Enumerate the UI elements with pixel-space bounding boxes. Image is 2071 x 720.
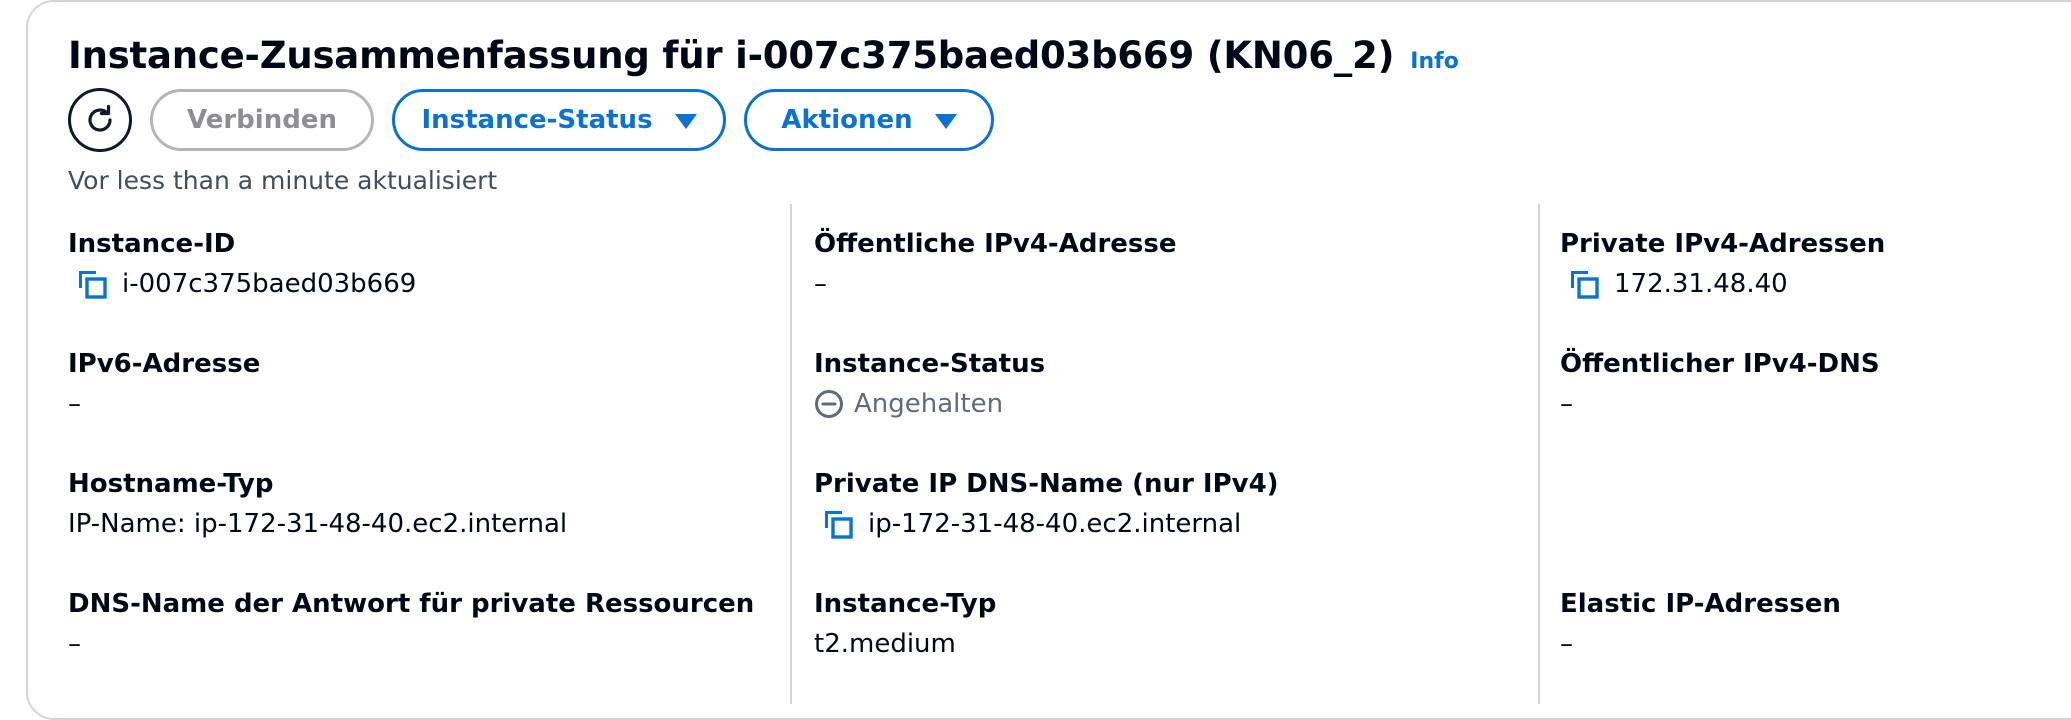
field-private-ipv4: Private IPv4-Adressen 172.31.48.40 — [1560, 226, 2071, 302]
field-label: Instance-ID — [68, 229, 236, 259]
field-instance-type: Instance-Typ t2.medium — [814, 586, 1514, 662]
connect-button-label: Verbinden — [187, 105, 337, 135]
field-label: Instance-Typ — [814, 589, 997, 619]
field-public-ipv4: Öffentliche IPv4-Adresse – — [814, 226, 1514, 302]
field-value: – — [1560, 629, 1573, 659]
actions-dropdown-label: Aktionen — [781, 105, 913, 135]
column-divider — [1538, 204, 1540, 704]
field-private-ip-dns: Private IP DNS-Name (nur IPv4) ip-172-31… — [814, 466, 1514, 542]
copy-icon[interactable] — [1568, 268, 1600, 300]
actions-dropdown[interactable]: Aktionen — [744, 89, 994, 151]
field-label: Elastic IP-Adressen — [1560, 589, 1841, 619]
caret-down-icon — [674, 113, 697, 129]
field-instance-id: Instance-ID i-007c375baed03b669 — [68, 226, 768, 302]
field-label: Öffentliche IPv4-Adresse — [814, 229, 1177, 259]
field-label: Hostname-Typ — [68, 469, 274, 499]
field-label: Instance-Status — [814, 349, 1046, 379]
field-ipv6-address: IPv6-Adresse – — [68, 346, 768, 422]
copy-icon[interactable] — [76, 268, 108, 300]
field-value: Angehalten — [814, 386, 1514, 422]
header: Instance-Zusammenfassung für i-007c375ba… — [68, 34, 1459, 77]
field-value: – — [1560, 389, 1573, 419]
last-updated-text: Vor less than a minute aktualisiert — [68, 166, 498, 195]
field-value: 172.31.48.40 — [1560, 266, 2071, 302]
field-private-resource-dns: DNS-Name der Antwort für private Ressour… — [68, 586, 768, 662]
field-instance-status: Instance-Status Angehalten — [814, 346, 1514, 422]
field-elastic-ip: Elastic IP-Adressen – — [1560, 586, 2071, 662]
instance-id-value: i-007c375baed03b669 — [122, 269, 417, 299]
caret-down-icon — [934, 113, 957, 129]
page-title: Instance-Zusammenfassung für i-007c375ba… — [68, 34, 1395, 77]
private-ipv4-value: 172.31.48.40 — [1614, 269, 1788, 299]
toolbar: Verbinden Instance-Status Aktionen — [68, 88, 994, 152]
field-value: – — [68, 389, 81, 419]
copy-icon[interactable] — [822, 508, 854, 540]
field-value: – — [814, 269, 827, 299]
field-label: IPv6-Adresse — [68, 349, 261, 379]
field-hostname-type: Hostname-Typ IP-Name: ip-172-31-48-40.ec… — [68, 466, 768, 542]
field-label: Öffentlicher IPv4-DNS — [1560, 349, 1880, 379]
connect-button[interactable]: Verbinden — [150, 89, 374, 151]
info-link[interactable]: Info — [1410, 49, 1459, 74]
field-value: ip-172-31-48-40.ec2.internal — [814, 506, 1514, 542]
private-ip-dns-value: ip-172-31-48-40.ec2.internal — [868, 509, 1242, 539]
field-value: i-007c375baed03b669 — [68, 266, 768, 302]
stopped-status-icon — [815, 390, 843, 418]
column-divider — [790, 204, 792, 704]
refresh-button[interactable] — [68, 88, 132, 152]
field-value: – — [68, 629, 81, 659]
instance-status-dropdown[interactable]: Instance-Status — [392, 89, 726, 151]
field-value: t2.medium — [814, 629, 956, 659]
field-label: Private IPv4-Adressen — [1560, 229, 1886, 259]
field-label: DNS-Name der Antwort für private Ressour… — [68, 589, 755, 619]
refresh-icon — [88, 104, 112, 132]
field-public-ipv4-dns: Öffentlicher IPv4-DNS – — [1560, 346, 2071, 422]
instance-status-value: Angehalten — [854, 389, 1004, 419]
field-label: Private IP DNS-Name (nur IPv4) — [814, 469, 1279, 499]
instance-status-dropdown-label: Instance-Status — [421, 105, 653, 135]
field-value: IP-Name: ip-172-31-48-40.ec2.internal — [68, 509, 568, 539]
